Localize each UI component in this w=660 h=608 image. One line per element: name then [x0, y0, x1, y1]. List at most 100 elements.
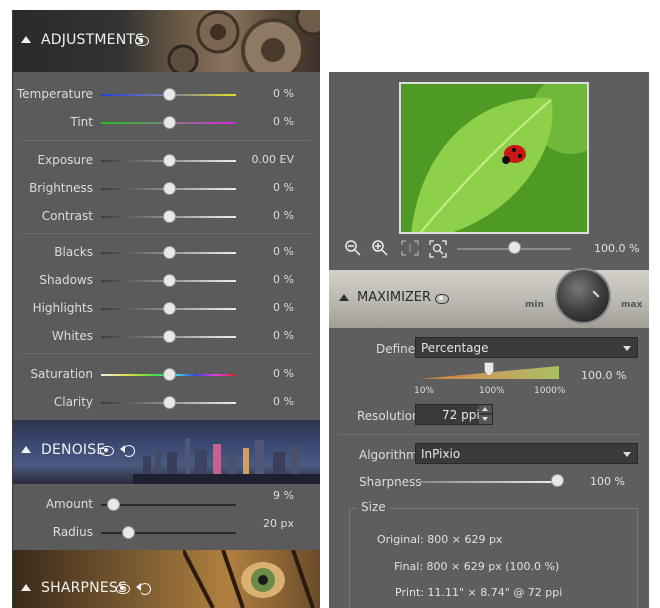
slider-handle[interactable]: [162, 396, 176, 409]
scale-mark: 10%: [414, 386, 435, 396]
slider-value: 0 %: [273, 329, 294, 342]
slider-row-exposure: Exposure 0.00 EV: [13, 150, 320, 172]
algorithm-selected: InPixio: [421, 447, 461, 461]
sharpness-value: 100 %: [590, 475, 625, 488]
preview-thumbnail[interactable]: [399, 82, 589, 234]
slider-label: Contrast: [41, 209, 93, 223]
city-skyline-image: [133, 438, 320, 484]
divider: [21, 353, 311, 354]
adjustments-title: ADJUSTMENTS: [41, 32, 145, 48]
scale-mark: 100%: [479, 386, 505, 396]
slider-handle[interactable]: [162, 274, 176, 287]
slider-label: Radius: [52, 525, 93, 539]
define-selected: Percentage: [421, 341, 489, 355]
left-panel: ADJUSTMENTS Temperature 0 % Tint 0 % Exposur…: [12, 10, 320, 608]
slider-row-contrast: Contrast 0 %: [13, 206, 320, 228]
slider-label: Tint: [70, 115, 93, 129]
stepper-down[interactable]: [479, 415, 492, 424]
size-print: Print: 11.11" × 8.74" @ 72 ppi: [395, 586, 563, 599]
slider-value: 0.00 EV: [251, 153, 294, 166]
slider-row-whites: Whites 0 %: [13, 326, 320, 348]
slider-row-clarity: Clarity 0 %: [13, 392, 320, 414]
divider: [21, 140, 311, 141]
slider-handle[interactable]: [162, 210, 176, 223]
knob-max-label: max: [621, 300, 643, 310]
slider-handle[interactable]: [162, 154, 176, 167]
size-final: Final: 800 × 629 px (100.0 %): [394, 560, 560, 573]
slider-label: Brightness: [29, 181, 93, 195]
slider-row-shadows: Shadows 0 %: [13, 270, 320, 292]
collapse-triangle-icon[interactable]: [339, 294, 349, 301]
algorithm-dropdown[interactable]: InPixio: [415, 443, 638, 464]
slider-value: 0 %: [273, 181, 294, 194]
eye-icon[interactable]: [135, 36, 149, 46]
slider-handle[interactable]: [162, 330, 176, 343]
slider-handle[interactable]: [162, 246, 176, 259]
denoise-title: DENOISE: [41, 442, 106, 458]
slider-handle[interactable]: [122, 526, 135, 539]
divider: [21, 233, 311, 234]
slider-row-amount: Amount 9 %: [13, 489, 320, 516]
fit-to-screen-icon[interactable]: [401, 240, 419, 256]
slider-value: 0 %: [273, 245, 294, 258]
slider-label: Temperature: [16, 87, 93, 101]
slider-value: 0 %: [273, 367, 294, 380]
resolution-stepper[interactable]: 72 ppi: [415, 404, 493, 425]
define-dropdown[interactable]: Percentage: [415, 337, 638, 358]
eye-icon[interactable]: [435, 294, 449, 304]
sharpness-header[interactable]: SHARPNESS: [13, 550, 320, 608]
slider-label: Shadows: [39, 273, 93, 287]
collapse-triangle-icon[interactable]: [21, 446, 31, 453]
slider-handle[interactable]: [162, 182, 176, 195]
slider-label: Saturation: [30, 367, 93, 381]
undo-icon[interactable]: [120, 445, 135, 457]
slider-row-saturation: Saturation 0 %: [13, 364, 320, 386]
collapse-triangle-icon[interactable]: [21, 36, 31, 43]
slider-label: Exposure: [37, 153, 93, 167]
eye-icon[interactable]: [116, 584, 130, 594]
zoom-out-icon[interactable]: [345, 240, 361, 256]
eye-icon[interactable]: [100, 446, 114, 456]
slider-row-tint: Tint 0 %: [13, 112, 320, 134]
slider-value: 0 %: [273, 115, 294, 128]
zoom-slider-handle[interactable]: [508, 241, 521, 254]
maximizer-title: MAXIMIZER: [357, 290, 432, 305]
slider-handle[interactable]: [162, 302, 176, 315]
slider-row-brightness: Brightness 0 %: [13, 178, 320, 200]
sharpness-label: Sharpness: [359, 475, 422, 489]
slider-row-highlights: Highlights 0 %: [13, 298, 320, 320]
slider-value: 0 %: [273, 301, 294, 314]
maximizer-header[interactable]: MAXIMIZER min max: [329, 268, 649, 328]
actual-size-icon[interactable]: [429, 240, 447, 258]
slider-handle[interactable]: [162, 88, 176, 101]
slider-handle[interactable]: [162, 116, 176, 129]
zoom-in-icon[interactable]: [372, 240, 388, 256]
resolution-value: 72 ppi: [442, 408, 480, 422]
sharpness-slider-handle[interactable]: [551, 474, 564, 487]
knob-min-label: min: [525, 300, 544, 310]
adjustments-header[interactable]: ADJUSTMENTS: [13, 10, 320, 72]
denoise-header[interactable]: DENOISE: [13, 420, 320, 484]
define-label: Define: [376, 342, 416, 356]
divider: [337, 434, 641, 435]
maximizer-knob[interactable]: [555, 268, 611, 324]
slider-track[interactable]: [101, 504, 236, 506]
collapse-triangle-icon[interactable]: [21, 584, 31, 591]
slider-label: Clarity: [53, 395, 93, 409]
slider-row-radius: Radius 20 px: [13, 517, 320, 544]
slider-label: Amount: [45, 497, 93, 511]
algorithm-label: Algorithm: [359, 448, 418, 462]
slider-value: 0 %: [273, 87, 294, 100]
slider-handle[interactable]: [107, 498, 121, 511]
gears-image: [167, 10, 320, 72]
slider-value: 20 px: [263, 517, 294, 530]
stepper-up[interactable]: [479, 405, 492, 414]
slider-value: 0 %: [273, 395, 294, 408]
slider-row-blacks: Blacks 0 %: [13, 242, 320, 264]
sharpness-slider-track[interactable]: [419, 481, 557, 483]
undo-icon[interactable]: [136, 583, 151, 595]
slider-label: Highlights: [32, 301, 93, 315]
size-title: Size: [357, 500, 390, 514]
scale-value: 100.0 %: [581, 369, 627, 382]
slider-handle[interactable]: [162, 368, 176, 381]
